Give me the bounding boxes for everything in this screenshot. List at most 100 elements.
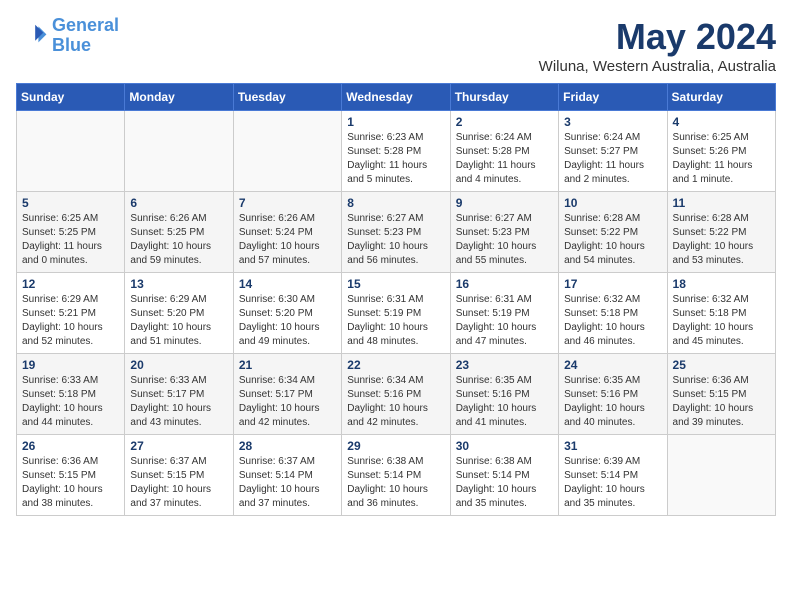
cell-details: Sunrise: 6:26 AMSunset: 5:25 PMDaylight:… — [130, 212, 227, 268]
day-number: 11 — [673, 196, 770, 210]
day-number: 10 — [564, 196, 661, 210]
cell-details: Sunrise: 6:25 AMSunset: 5:26 PMDaylight:… — [673, 131, 770, 187]
calendar-cell: 2 Sunrise: 6:24 AMSunset: 5:28 PMDaylight… — [450, 111, 558, 192]
cell-details: Sunrise: 6:36 AMSunset: 5:15 PMDaylight:… — [22, 455, 119, 511]
weekday-header-cell: Tuesday — [233, 84, 341, 111]
calendar-cell: 19Sunrise: 6:33 AMSunset: 5:18 PMDayligh… — [17, 354, 125, 435]
cell-details: Sunrise: 6:24 AMSunset: 5:28 PMDaylight:… — [456, 131, 553, 187]
day-number: 29 — [347, 439, 444, 453]
weekday-header-cell: Saturday — [667, 84, 775, 111]
day-number: 27 — [130, 439, 227, 453]
day-number: 31 — [564, 439, 661, 453]
day-number: 16 — [456, 277, 553, 291]
cell-details: Sunrise: 6:37 AMSunset: 5:15 PMDaylight:… — [130, 455, 227, 511]
logo-icon — [16, 20, 48, 52]
calendar-cell — [17, 111, 125, 192]
cell-details: Sunrise: 6:25 AMSunset: 5:25 PMDaylight:… — [22, 212, 119, 268]
cell-details: Sunrise: 6:32 AMSunset: 5:18 PMDaylight:… — [564, 293, 661, 349]
cell-details: Sunrise: 6:36 AMSunset: 5:15 PMDaylight:… — [673, 374, 770, 430]
calendar-week-row: 1Sunrise: 6:23 AMSunset: 5:28 PMDaylight… — [17, 111, 776, 192]
calendar-cell: 18 Sunrise: 6:32 AMSunset: 5:18 PMDayligh… — [667, 273, 775, 354]
cell-details: Sunrise: 6:39 AMSunset: 5:14 PMDaylight:… — [564, 455, 661, 511]
cell-details: Sunrise: 6:31 AMSunset: 5:19 PMDaylight:… — [347, 293, 444, 349]
calendar-cell: 27 Sunrise: 6:37 AMSunset: 5:15 PMDayligh… — [125, 435, 233, 516]
calendar-cell: 5 Sunrise: 6:25 AMSunset: 5:25 PMDaylight… — [17, 192, 125, 273]
day-number: 4 — [673, 115, 770, 129]
calendar-cell: 14Sunrise: 6:30 AMSunset: 5:20 PMDayligh… — [233, 273, 341, 354]
calendar-cell: 12 Sunrise: 6:29 AMSunset: 5:21 PMDayligh… — [17, 273, 125, 354]
cell-details: Sunrise: 6:28 AMSunset: 5:22 PMDaylight:… — [564, 212, 661, 268]
cell-details: Sunrise: 6:34 AMSunset: 5:16 PMDaylight:… — [347, 374, 444, 430]
logo-text: General Blue — [52, 16, 119, 56]
month-title: May 2024 — [539, 16, 776, 58]
calendar-cell: 6 Sunrise: 6:26 AMSunset: 5:25 PMDaylight… — [125, 192, 233, 273]
cell-details: Sunrise: 6:33 AMSunset: 5:17 PMDaylight:… — [130, 374, 227, 430]
day-number: 26 — [22, 439, 119, 453]
cell-details: Sunrise: 6:35 AMSunset: 5:16 PMDaylight:… — [456, 374, 553, 430]
cell-details: Sunrise: 6:29 AMSunset: 5:20 PMDaylight:… — [130, 293, 227, 349]
cell-details: Sunrise: 6:24 AMSunset: 5:27 PMDaylight:… — [564, 131, 661, 187]
day-number: 9 — [456, 196, 553, 210]
calendar-cell: 23 Sunrise: 6:35 AMSunset: 5:16 PMDayligh… — [450, 354, 558, 435]
day-number: 7 — [239, 196, 336, 210]
day-number: 12 — [22, 277, 119, 291]
cell-details: Sunrise: 6:33 AMSunset: 5:18 PMDaylight:… — [22, 374, 119, 430]
day-number: 23 — [456, 358, 553, 372]
calendar-week-row: 5 Sunrise: 6:25 AMSunset: 5:25 PMDaylight… — [17, 192, 776, 273]
calendar-cell: 17 Sunrise: 6:32 AMSunset: 5:18 PMDayligh… — [559, 273, 667, 354]
calendar-cell: 21Sunrise: 6:34 AMSunset: 5:17 PMDayligh… — [233, 354, 341, 435]
calendar-cell: 20 Sunrise: 6:33 AMSunset: 5:17 PMDayligh… — [125, 354, 233, 435]
day-number: 2 — [456, 115, 553, 129]
calendar-cell: 28Sunrise: 6:37 AMSunset: 5:14 PMDayligh… — [233, 435, 341, 516]
header: General Blue May 2024 Wiluna, Western Au… — [16, 16, 776, 75]
cell-details: Sunrise: 6:35 AMSunset: 5:16 PMDaylight:… — [564, 374, 661, 430]
calendar-week-row: 26 Sunrise: 6:36 AMSunset: 5:15 PMDayligh… — [17, 435, 776, 516]
cell-details: Sunrise: 6:38 AMSunset: 5:14 PMDaylight:… — [347, 455, 444, 511]
day-number: 18 — [673, 277, 770, 291]
calendar-cell — [233, 111, 341, 192]
calendar-cell: 10 Sunrise: 6:28 AMSunset: 5:22 PMDayligh… — [559, 192, 667, 273]
calendar-cell: 30 Sunrise: 6:38 AMSunset: 5:14 PMDayligh… — [450, 435, 558, 516]
calendar-cell: 1Sunrise: 6:23 AMSunset: 5:28 PMDaylight… — [342, 111, 450, 192]
day-number: 30 — [456, 439, 553, 453]
calendar-table: SundayMondayTuesdayWednesdayThursdayFrid… — [16, 83, 776, 516]
cell-details: Sunrise: 6:27 AMSunset: 5:23 PMDaylight:… — [347, 212, 444, 268]
calendar-cell: 22 Sunrise: 6:34 AMSunset: 5:16 PMDayligh… — [342, 354, 450, 435]
logo: General Blue — [16, 16, 119, 56]
calendar-cell: 31 Sunrise: 6:39 AMSunset: 5:14 PMDayligh… — [559, 435, 667, 516]
calendar-cell: 4 Sunrise: 6:25 AMSunset: 5:26 PMDaylight… — [667, 111, 775, 192]
logo-line2: Blue — [52, 35, 91, 55]
day-number: 6 — [130, 196, 227, 210]
calendar-cell — [125, 111, 233, 192]
logo-line1: General — [52, 15, 119, 35]
day-number: 17 — [564, 277, 661, 291]
calendar-cell: 25Sunrise: 6:36 AMSunset: 5:15 PMDayligh… — [667, 354, 775, 435]
calendar-cell — [667, 435, 775, 516]
cell-details: Sunrise: 6:31 AMSunset: 5:19 PMDaylight:… — [456, 293, 553, 349]
calendar-cell: 11 Sunrise: 6:28 AMSunset: 5:22 PMDayligh… — [667, 192, 775, 273]
calendar-cell: 9 Sunrise: 6:27 AMSunset: 5:23 PMDaylight… — [450, 192, 558, 273]
day-number: 22 — [347, 358, 444, 372]
day-number: 1 — [347, 115, 444, 129]
calendar-cell: 24 Sunrise: 6:35 AMSunset: 5:16 PMDayligh… — [559, 354, 667, 435]
cell-details: Sunrise: 6:38 AMSunset: 5:14 PMDaylight:… — [456, 455, 553, 511]
weekday-header-cell: Friday — [559, 84, 667, 111]
day-number: 5 — [22, 196, 119, 210]
calendar-cell: 15Sunrise: 6:31 AMSunset: 5:19 PMDayligh… — [342, 273, 450, 354]
day-number: 24 — [564, 358, 661, 372]
cell-details: Sunrise: 6:32 AMSunset: 5:18 PMDaylight:… — [673, 293, 770, 349]
day-number: 20 — [130, 358, 227, 372]
title-area: May 2024 Wiluna, Western Australia, Aust… — [539, 16, 776, 75]
weekday-header-row: SundayMondayTuesdayWednesdayThursdayFrid… — [17, 84, 776, 111]
cell-details: Sunrise: 6:28 AMSunset: 5:22 PMDaylight:… — [673, 212, 770, 268]
calendar-cell: 3 Sunrise: 6:24 AMSunset: 5:27 PMDaylight… — [559, 111, 667, 192]
weekday-header-cell: Sunday — [17, 84, 125, 111]
location-title: Wiluna, Western Australia, Australia — [539, 58, 776, 75]
cell-details: Sunrise: 6:29 AMSunset: 5:21 PMDaylight:… — [22, 293, 119, 349]
calendar-cell: 7Sunrise: 6:26 AMSunset: 5:24 PMDaylight… — [233, 192, 341, 273]
cell-details: Sunrise: 6:27 AMSunset: 5:23 PMDaylight:… — [456, 212, 553, 268]
day-number: 28 — [239, 439, 336, 453]
calendar-cell: 13Sunrise: 6:29 AMSunset: 5:20 PMDayligh… — [125, 273, 233, 354]
day-number: 3 — [564, 115, 661, 129]
day-number: 8 — [347, 196, 444, 210]
